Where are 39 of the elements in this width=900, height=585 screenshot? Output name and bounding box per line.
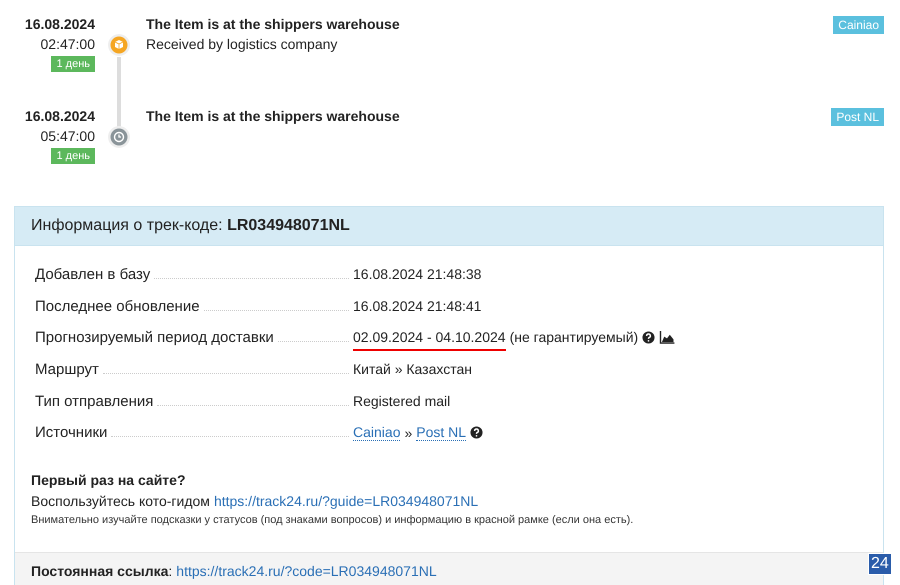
delivery-period: 02.09.2024 - 04.10.2024 [353,329,506,352]
source-link[interactable]: Cainiao [353,424,400,442]
section-heading: Первый раз на сайте? [31,472,186,488]
area-chart-icon[interactable] [659,330,676,344]
field-note: (не гарантируемый) [510,329,638,346]
duration-badge: 1 день [51,56,95,72]
field-label: Маршрут [35,361,99,378]
permalink-link[interactable]: https://track24.ru/?code=LR034948071NL [176,563,437,580]
panel-title: Информация о трек-коде: LR034948071NL [31,217,350,235]
field-label: Источники [35,424,108,442]
source-tag: Post NL [831,108,884,126]
help-icon[interactable] [470,426,484,440]
source-tag: Cainiao [833,16,884,34]
logo-badge[interactable]: 24 [868,553,892,575]
event-title: The Item is at the shippers warehouse [146,107,401,126]
permalink-label: Постоянная ссылка: [31,563,172,580]
separator: » [404,424,412,441]
guide-link[interactable]: https://track24.ru/?guide=LR034948071NL [214,493,478,510]
help-icon[interactable] [642,330,656,344]
event-description: Received by logistics company [146,35,338,54]
clock-icon [107,125,131,149]
field-label: Прогнозируемый период доставки [35,329,274,346]
duration-badge: 1 день [51,148,95,164]
event-time: 02:47:00 [40,35,95,54]
field-label: Последнее обновление [35,298,200,315]
event-date: 16.08.2024 [24,107,95,126]
field-value: Китай » Казахстан [353,361,472,378]
event-time: 05:47:00 [40,127,95,146]
source-link[interactable]: Post NL [416,424,466,442]
field-value: Registered mail [353,392,450,409]
guide-text: Воспользуйтесь кото-гидом [31,493,210,510]
field-label: Добавлен в базу [35,266,150,283]
field-value: 16.08.2024 21:48:38 [353,266,482,282]
event-date: 16.08.2024 [24,15,95,34]
hint-text: Внимательно изучайте подсказки у статусов (под знаками вопросов) и информацию в красной рамке (если она есть). [31,514,634,526]
event-title: The Item is at the shippers warehouse [146,15,401,34]
field-value: 16.08.2024 21:48:41 [353,298,482,314]
field-label: Тип отправления [35,392,154,410]
box-icon [107,33,131,57]
